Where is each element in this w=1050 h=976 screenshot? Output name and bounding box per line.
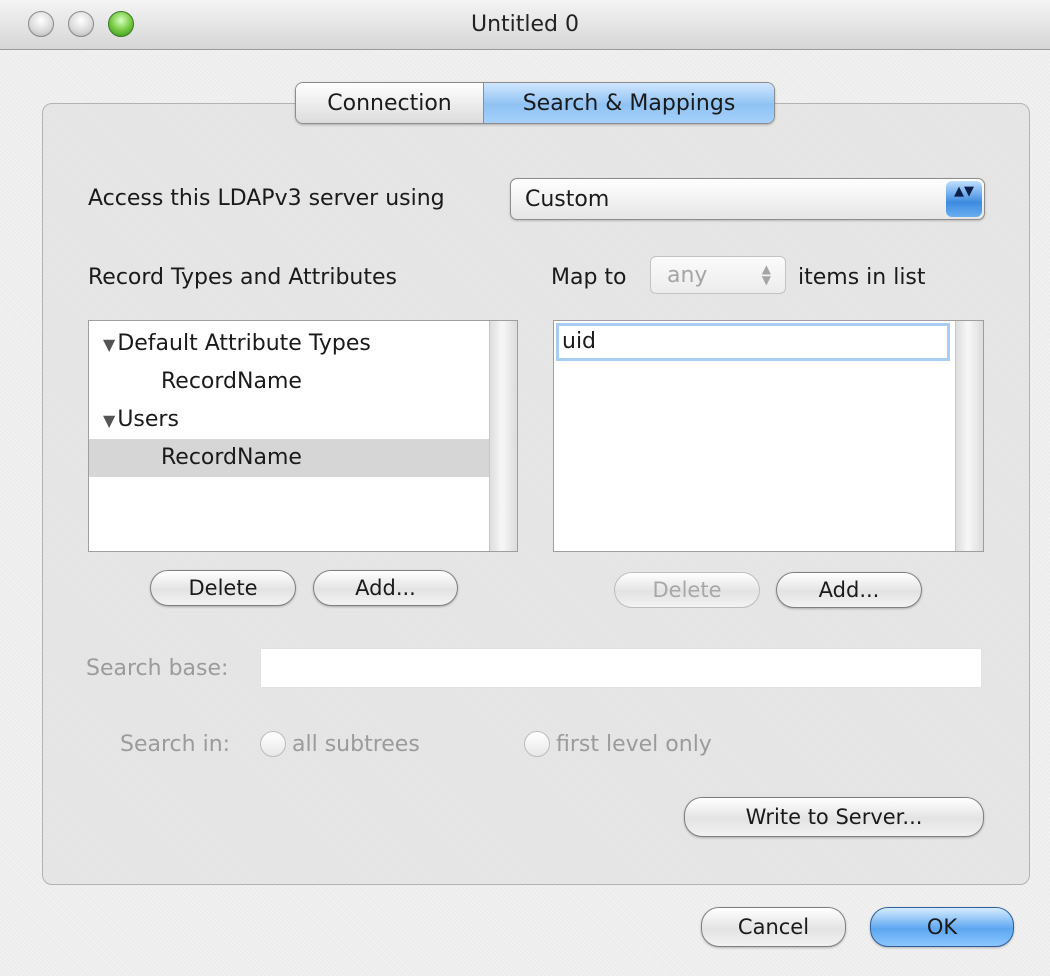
disclosure-triangle-icon[interactable]: ▼ [103,402,115,440]
record-types-tree[interactable]: ▼Default Attribute Types RecordName ▼Use… [88,320,518,552]
search-base-field[interactable] [260,648,982,688]
items-in-list-label: items in list [798,265,926,290]
record-types-heading: Record Types and Attributes [88,265,397,290]
access-mode-value: Custom [525,187,610,212]
tab-connection[interactable]: Connection [296,83,484,123]
tree-item-label: RecordName [161,445,302,470]
cancel-button[interactable]: Cancel [701,907,846,947]
first-level-only-label[interactable]: first level only [556,732,712,757]
map-to-label: Map to [551,265,627,290]
map-to-value: any [667,263,708,288]
window-title: Untitled 0 [470,12,579,37]
tree-item-recordname[interactable]: RecordName [89,363,489,401]
tree-item-default-attribute-types[interactable]: ▼Default Attribute Types [89,325,489,363]
ok-button[interactable]: OK [870,907,1014,947]
all-subtrees-label[interactable]: all subtrees [292,732,420,757]
delete-record-type-button[interactable]: Delete [150,570,296,606]
tree-item-label: Users [117,407,179,432]
access-server-label: Access this LDAPv3 server using [88,186,445,211]
tab-bar: Connection Search & Mappings [295,82,775,124]
mapping-values-scrollbar[interactable] [955,321,983,551]
delete-mapping-button[interactable]: Delete [614,572,760,608]
popup-arrows-icon: ▲▼ [946,181,982,217]
mapping-values-list[interactable]: uid [553,320,984,552]
disclosure-triangle-icon[interactable]: ▼ [103,326,115,364]
record-types-scrollbar[interactable] [489,321,517,551]
all-subtrees-radio[interactable] [260,731,286,757]
tab-search-mappings[interactable]: Search & Mappings [484,83,774,123]
title-bar[interactable]: Untitled 0 [0,0,1050,50]
access-mode-popup[interactable]: Custom ▲▼ [510,178,985,220]
first-level-only-radio[interactable] [524,731,550,757]
add-mapping-button[interactable]: Add... [776,572,922,608]
map-to-popup[interactable]: any ▲ ▼ [650,256,786,294]
write-to-server-button[interactable]: Write to Server... [684,797,984,837]
stepper-arrows-icon: ▲ ▼ [761,262,771,287]
tree-item-label: Default Attribute Types [117,331,371,356]
mapping-value-field[interactable]: uid [556,323,950,361]
search-base-label: Search base: [86,656,229,681]
tree-item-users-recordname[interactable]: RecordName [89,439,489,477]
tree-item-label: RecordName [161,369,302,394]
tree-item-users[interactable]: ▼Users [89,401,489,439]
search-in-label: Search in: [120,732,231,757]
add-record-type-button[interactable]: Add... [313,570,458,606]
